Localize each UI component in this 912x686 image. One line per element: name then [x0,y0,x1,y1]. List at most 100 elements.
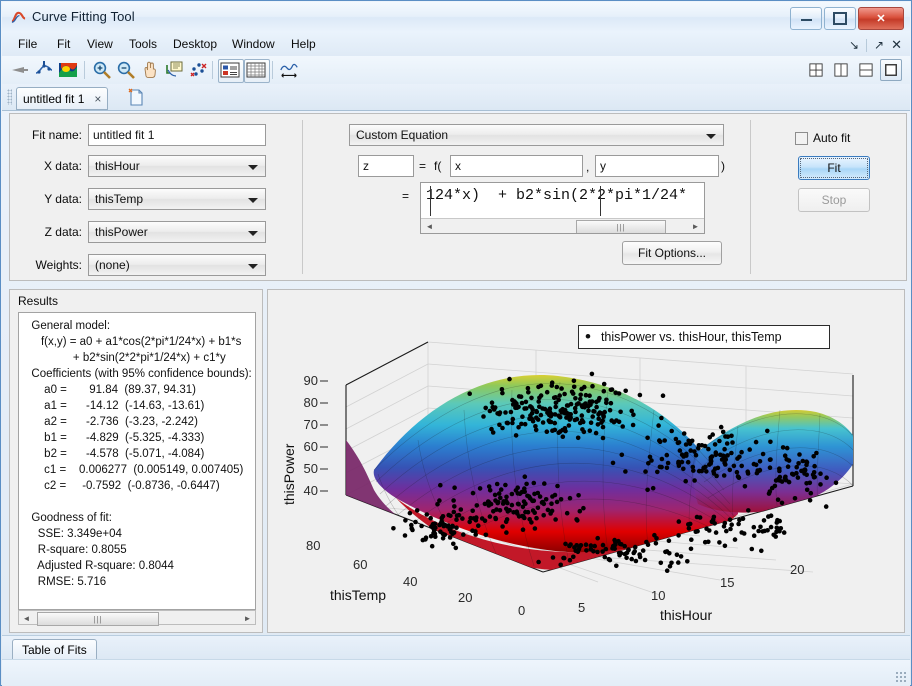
matlab-curve-icon [11,11,26,23]
equation-output-input[interactable] [358,155,414,177]
fit-tab-label: untitled fit 1 [23,91,85,106]
maximize-icon [833,12,847,25]
equation-body-input[interactable]: 124*x) + b2*sin(2*2*pi*1/24* ◄ ||| ► [420,182,705,234]
layout-single-icon[interactable] [880,59,902,81]
equation-arg2-input[interactable] [595,155,719,177]
close-icon[interactable]: ✕ [891,37,902,53]
menu-divider [866,38,868,52]
z-tick-70: 70 [304,417,318,432]
tab-table-of-fits[interactable]: Table of Fits [12,639,97,661]
weights-value: (none) [95,258,130,272]
menu-tools[interactable]: Tools [121,36,165,53]
pan-icon[interactable] [140,60,160,80]
results-hscrollbar[interactable]: ◄ ||| ► [18,610,256,626]
config-divider-2 [750,120,751,274]
equation-hscrollbar[interactable]: ◄ ||| ► [421,218,704,233]
z-data-select[interactable]: thisPower [88,221,266,243]
plot-legend[interactable]: • thisPower vs. thisHour, thisTemp [578,325,830,349]
fit-name-label: Fit name: [31,128,82,142]
fit-type-select[interactable]: Custom Equation [349,124,724,146]
surface-plot-panel[interactable]: 90 80 70 60 50 40 80 60 40 20 0 5 10 15 … [267,289,905,633]
chevron-down-icon [248,165,258,170]
z-tick-40: 40 [304,483,318,498]
menu-desktop[interactable]: Desktop [165,36,225,53]
z-tick-90: 90 [304,373,318,388]
window-title: Curve Fitting Tool [32,9,135,24]
x-data-value: thisHour [95,159,140,173]
auto-fit-checkbox[interactable] [795,132,808,145]
undock-icon[interactable]: ↗ [874,38,884,52]
close-button[interactable]: ✕ [858,7,904,30]
menu-window[interactable]: Window [224,36,283,53]
layout-vertical-icon[interactable] [830,59,852,81]
layout-horizontal-icon[interactable] [855,59,877,81]
y-tick-60: 60 [353,557,367,572]
grid-toggle-icon[interactable] [244,59,270,83]
exclude-points-icon[interactable] [188,60,208,80]
fit-tab-untitled-fit-1[interactable]: untitled fit 1 × [16,87,109,110]
zoom-out-icon[interactable] [116,60,136,80]
menu-help[interactable]: Help [283,36,324,53]
toolbar [2,56,910,85]
scroll-left-icon[interactable]: ◄ [422,219,437,233]
minimize-button[interactable] [790,7,822,30]
y-data-select[interactable]: thisTemp [88,188,266,210]
dock-icon[interactable]: ↘ [849,38,859,52]
equation-scroll-thumb[interactable]: ||| [576,220,666,233]
x-data-select[interactable]: thisHour [88,155,266,177]
weights-label: Weights: [35,258,82,272]
toolbar-divider-1 [84,61,85,79]
results-scroll-thumb[interactable]: ||| [37,612,159,626]
scroll-left-icon[interactable]: ◄ [19,611,34,625]
x-axis-label: thisHour [660,607,712,623]
weights-select[interactable]: (none) [88,254,266,276]
chevron-down-icon [248,264,258,269]
window-resize-grip[interactable] [895,671,907,683]
menu-bar: File Fit View Tools Desktop Window Help … [2,32,910,57]
auto-fit-label: Auto fit [813,131,851,145]
chevron-down-icon [706,134,716,139]
y-tick-0: 0 [518,603,525,618]
fit-button[interactable]: Fit [798,156,870,180]
status-bar [2,659,910,686]
zoom-in-icon[interactable] [92,60,112,80]
stop-button: Stop [798,188,870,212]
menu-right-controls: ↘ ↗ ✕ [849,37,902,53]
legend-label: thisPower vs. thisHour, thisTemp [600,330,782,344]
legend-toggle-icon[interactable] [218,59,244,83]
z-tick-60: 60 [304,439,318,454]
results-title: Results [18,294,59,308]
y-data-value: thisTemp [95,192,144,206]
scroll-right-icon[interactable]: ► [240,611,255,625]
new-fit-icon[interactable] [126,88,146,107]
fit-tab-strip: untitled fit 1 × [2,84,910,111]
fit-name-input[interactable] [88,124,266,146]
data-cursor-icon[interactable] [164,60,184,80]
menu-view[interactable]: View [79,36,121,53]
scroll-right-icon[interactable]: ► [688,219,703,233]
menu-file[interactable]: File [10,36,45,53]
fit-options-button[interactable]: Fit Options... [622,241,722,265]
z-tick-80: 80 [304,395,318,410]
results-text: General model: f(x,y) = a0 + a1*cos(2*pi… [31,320,252,588]
menu-fit[interactable]: Fit [49,36,78,53]
results-panel: Results General model: f(x,y) = a0 + a1*… [9,289,263,633]
colormap-surface-icon[interactable] [58,60,78,80]
minimize-icon [800,16,812,21]
fit-arrow-icon[interactable] [10,60,30,80]
window-controls: ✕ [790,7,904,30]
title-bar: Curve Fitting Tool ✕ [2,2,910,33]
z-data-value: thisPower [95,225,148,239]
z-data-label: Z data: [44,225,82,239]
z-axis-label: thisPower [281,443,297,505]
fit-tab-close-icon[interactable]: × [94,92,101,106]
layout-quad-icon[interactable] [805,59,827,81]
axes-limits-icon[interactable] [279,60,299,80]
chevron-down-icon [248,231,258,236]
tabstrip-grip[interactable] [7,89,12,105]
equation-body-text: 124*x) + b2*sin(2*2*pi*1/24* [426,187,688,204]
equation-arg1-input[interactable] [450,155,583,177]
exclude-outliers-icon[interactable] [34,60,54,80]
results-textarea[interactable]: General model: f(x,y) = a0 + a1*cos(2*pi… [18,312,256,610]
maximize-button[interactable] [824,7,856,30]
